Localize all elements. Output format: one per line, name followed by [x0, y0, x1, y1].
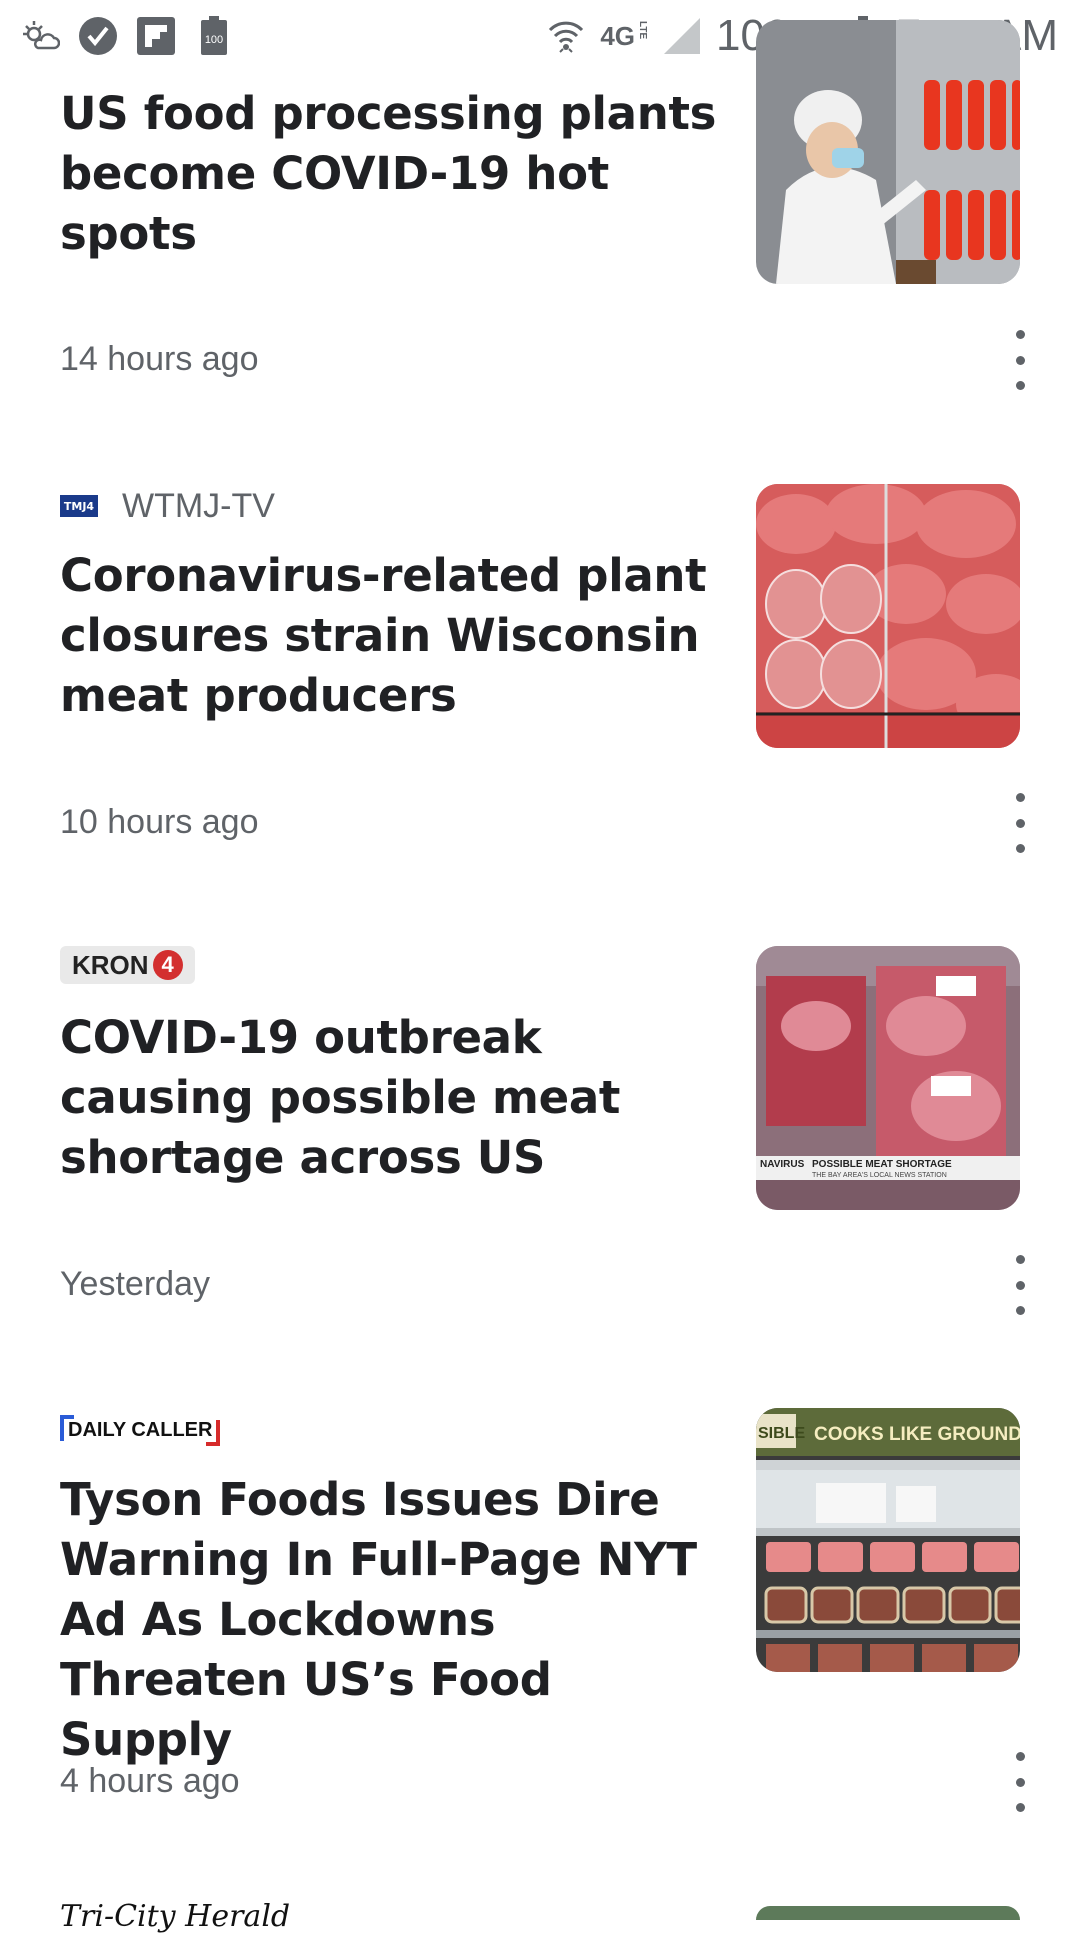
- more-options-button[interactable]: [1000, 1752, 1040, 1812]
- thumb-banner: COOKS LIKE GROUND BEEF: [814, 1424, 1020, 1445]
- article-headline[interactable]: COVID-19 outbreak causing possible meat …: [60, 1008, 720, 1188]
- status-bar-left: 100: [0, 14, 236, 58]
- check-circle-icon: [76, 14, 120, 58]
- article-time: 14 hours ago: [60, 340, 259, 378]
- article-headline[interactable]: Coronavirus-related plant closures strai…: [60, 546, 720, 726]
- source-row: TMJ4 WTMJ-TV: [60, 486, 275, 526]
- flipboard-icon: [134, 14, 178, 58]
- source-name: WTMJ-TV: [122, 486, 275, 525]
- grocery-shelf-image: SIBLE COOKS LIKE GROUND BEEF: [756, 1408, 1020, 1672]
- factory-worker-image: [756, 20, 1020, 284]
- source-row: DAILY CALLER: [60, 1410, 221, 1450]
- thumb-banner-left: SIBLE: [758, 1425, 805, 1442]
- source-logo-number: 4: [152, 950, 183, 980]
- thumb-caption-left: NAVIRUS: [760, 1159, 805, 1170]
- more-options-button[interactable]: [1000, 1255, 1040, 1315]
- source-row: KRON 4: [60, 945, 195, 985]
- network-sub-label: LTE: [637, 20, 649, 39]
- network-label: 4G: [600, 20, 636, 51]
- source-logo-text: KRON: [72, 949, 149, 980]
- article-thumbnail[interactable]: [756, 20, 1020, 284]
- meat-case-image: NAVIRUS POSSIBLE MEAT SHORTAGE THE BAY A…: [756, 946, 1020, 1210]
- cell-signal-icon: [660, 14, 704, 58]
- wifi-icon: [544, 14, 588, 58]
- source-logo: KRON 4: [60, 946, 195, 984]
- battery-badge-text: 100: [205, 34, 223, 46]
- battery-100-icon: 100: [192, 14, 236, 58]
- article-thumbnail[interactable]: SIBLE COOKS LIKE GROUND BEEF: [756, 1408, 1020, 1672]
- thumb-subcaption: THE BAY AREA'S LOCAL NEWS STATION: [812, 1172, 947, 1179]
- article-time: Yesterday: [60, 1265, 210, 1303]
- article-thumbnail[interactable]: [756, 1906, 1020, 1920]
- article-time: 10 hours ago: [60, 803, 259, 841]
- source-logo: TMJ4: [60, 495, 98, 517]
- source-row: Tri-City Herald: [60, 1896, 290, 1936]
- article-time: 4 hours ago: [60, 1762, 240, 1800]
- article-thumbnail[interactable]: [756, 484, 1020, 748]
- network-type: 4G LTE: [600, 21, 648, 52]
- source-logo: DAILY CALLER: [60, 1414, 221, 1446]
- meat-display-image: [756, 484, 1020, 748]
- article-thumbnail[interactable]: NAVIRUS POSSIBLE MEAT SHORTAGE THE BAY A…: [756, 946, 1020, 1210]
- article-headline[interactable]: Tyson Foods Issues Dire Warning In Full-…: [60, 1470, 720, 1770]
- source-logo: Tri-City Herald: [60, 1898, 291, 1934]
- thumb-caption: POSSIBLE MEAT SHORTAGE: [812, 1159, 952, 1170]
- weather-icon: [18, 14, 62, 58]
- article-headline[interactable]: US food processing plants become COVID-1…: [60, 84, 720, 264]
- more-options-button[interactable]: [1000, 793, 1040, 853]
- more-options-button[interactable]: [1000, 330, 1040, 390]
